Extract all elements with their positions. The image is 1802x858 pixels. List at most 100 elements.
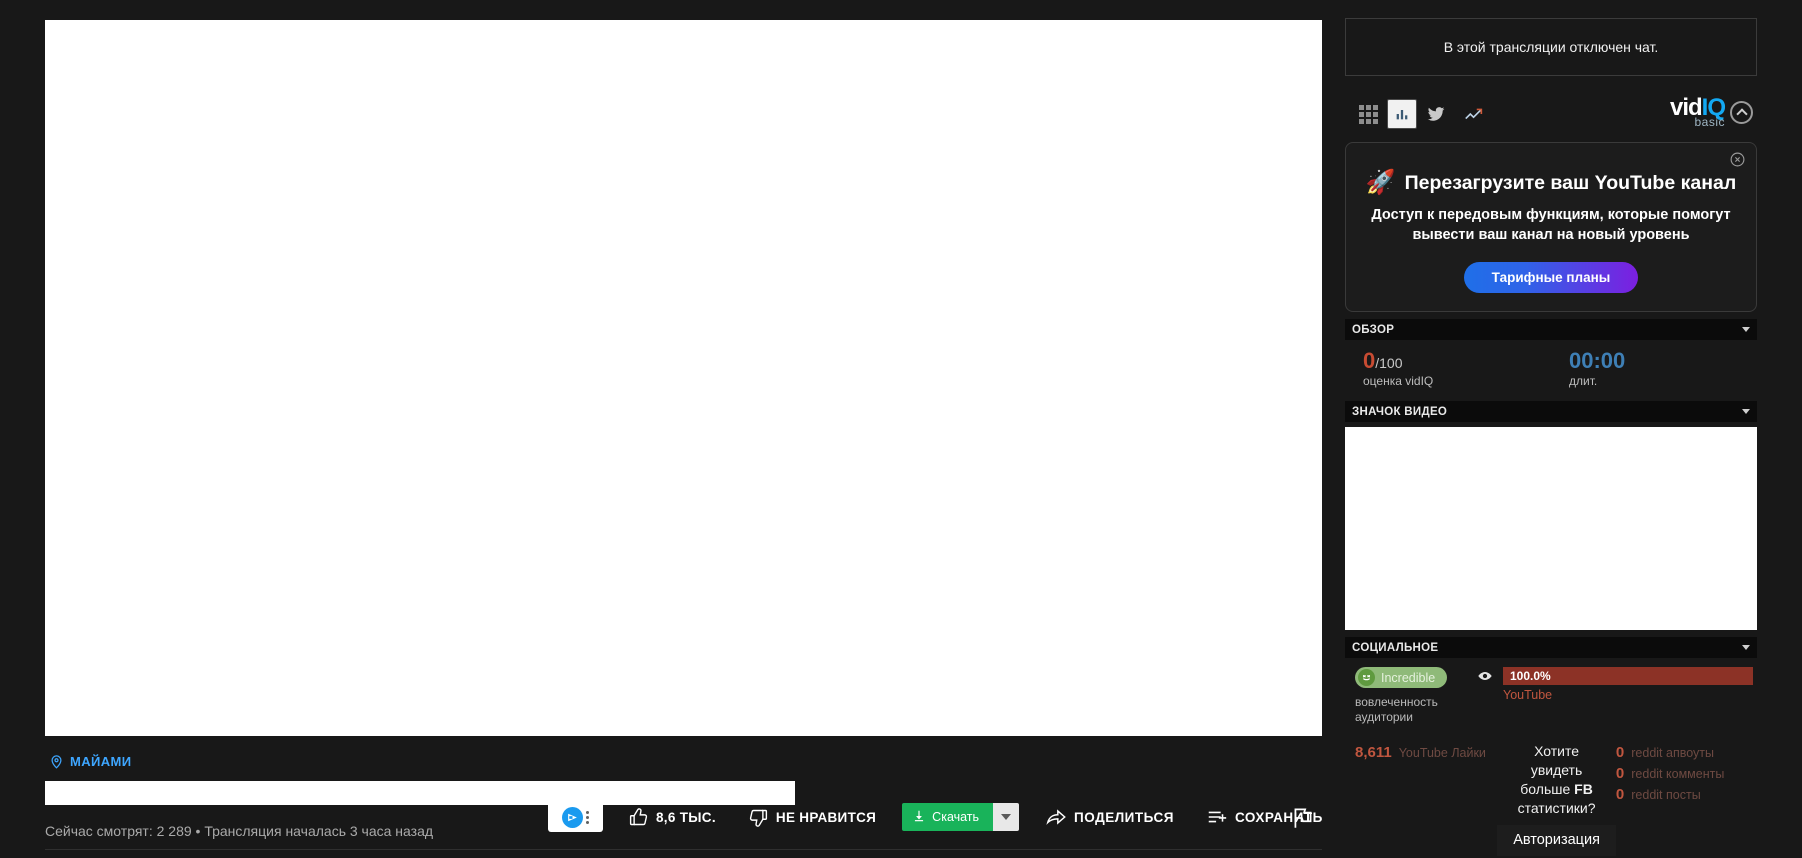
viewer-count-text: Сейчас смотрят: 2 289 • Трансляция начал…	[45, 823, 434, 839]
overview-header-label: ОБЗОР	[1352, 323, 1395, 336]
visibility-toggle[interactable]	[1467, 667, 1503, 725]
fb-prompt-line4: статистики?	[1517, 799, 1596, 816]
reddit-upvotes-value: 0	[1615, 744, 1625, 762]
vidiq-score-label: оценка vidIQ	[1363, 374, 1434, 389]
grid-icon[interactable]	[1349, 99, 1387, 129]
trending-up-icon[interactable]	[1455, 99, 1493, 129]
player-column: МАЙАМИ Сейчас смотрят: 2 289 • Трансляци…	[45, 20, 1322, 853]
vidiq-brand: vidIQ basic	[1670, 96, 1753, 128]
thumbs-down-icon	[748, 807, 769, 828]
facebook-auth-button[interactable]: Авторизация	[1497, 824, 1616, 857]
social-header-label: СОЦИАЛЬНОЕ	[1352, 641, 1439, 654]
engagement-badge: Incredible	[1355, 667, 1448, 689]
chevron-down-icon	[1742, 645, 1750, 651]
vidiq-score-metric: 0/100 оценка vidIQ	[1345, 349, 1551, 388]
rocket-icon: 🚀	[1365, 169, 1396, 196]
location-row: МАЙАМИ	[45, 747, 1322, 775]
vidiq-overlay-badge[interactable]	[548, 802, 603, 832]
overview-body: 0/100 оценка vidIQ 00:00 длит.	[1345, 340, 1757, 394]
reddit-comments-value: 0	[1615, 765, 1625, 783]
close-circle-icon[interactable]	[1729, 151, 1746, 168]
vidiq-toolbar: vidIQ basic	[1345, 92, 1757, 136]
youtube-share-percent: 100.0%	[1510, 669, 1551, 684]
reddit-comments-stat: 0 reddit комменты	[1616, 765, 1751, 782]
reddit-upvotes-label: reddit апвоуты	[1631, 746, 1714, 761]
vidiq-score-value: 0	[1363, 348, 1376, 374]
share-button[interactable]: ПОДЕЛИТЬСЯ	[1029, 800, 1190, 834]
promo-title: Перезагрузите ваш YouTube канал	[1404, 171, 1737, 194]
youtube-likes-value: 8,611	[1355, 744, 1392, 762]
report-button[interactable]	[1290, 805, 1316, 831]
section-header-social[interactable]: СОЦИАЛЬНОЕ	[1345, 637, 1757, 659]
download-dropdown-button[interactable]	[993, 803, 1020, 831]
like-button[interactable]: 8,6 ТЫС.	[612, 800, 732, 834]
caret-down-icon	[1001, 814, 1012, 820]
reddit-comments-label: reddit комменты	[1631, 767, 1725, 782]
thumbs-up-icon	[628, 807, 649, 828]
download-label: Скачать	[932, 810, 980, 824]
reddit-posts-stat: 0 reddit посты	[1616, 786, 1751, 803]
facebook-auth-prompt: Хотите увидеть больше FB статистики? Авт…	[1497, 742, 1616, 857]
chat-disabled-notice: В этой трансляции отключен чат.	[1345, 18, 1757, 76]
twitter-icon[interactable]	[1417, 99, 1455, 129]
video-action-bar: 8,6 ТЫС. НЕ НРАВИТСЯ Скачать ПОДЕЛИТЬСЯ …	[612, 800, 1339, 834]
reddit-posts-label: reddit посты	[1631, 788, 1701, 803]
duration-value: 00:00	[1569, 348, 1626, 374]
promo-header: 🚀 Перезагрузите ваш YouTube канал	[1362, 171, 1740, 195]
platform-share-block: 100.0% YouTube	[1503, 667, 1757, 725]
video-thumbnail-preview[interactable]	[1345, 427, 1757, 631]
save-playlist-icon	[1206, 806, 1228, 828]
kebab-menu-icon[interactable]	[586, 810, 589, 824]
laughing-face-icon	[1358, 669, 1375, 687]
flag-icon	[1294, 808, 1312, 828]
duration-label: длит.	[1569, 374, 1598, 389]
dislike-label: НЕ НРАВИТСЯ	[775, 809, 877, 825]
section-header-overview[interactable]: ОБЗОР	[1345, 319, 1757, 341]
fb-prompt-line1: Хотите	[1534, 743, 1580, 760]
eye-icon	[1478, 672, 1492, 681]
download-button-group: Скачать	[902, 803, 1020, 831]
reddit-stats-column: 0 reddit апвоуты 0 reddit комменты 0 red…	[1616, 744, 1751, 856]
chevron-down-icon	[1742, 327, 1750, 333]
vidiq-score-denominator: /100	[1375, 355, 1403, 372]
vidiq-play-icon	[562, 806, 583, 828]
youtube-share-label: YouTube	[1503, 688, 1553, 703]
engagement-description: вовлеченность аудитории	[1355, 695, 1438, 725]
reddit-upvotes-stat: 0 reddit апвоуты	[1616, 744, 1751, 761]
fb-prompt-bold: FB	[1574, 781, 1593, 797]
dislike-button[interactable]: НЕ НРАВИТСЯ	[732, 800, 892, 834]
thumbnail-header-label: ЗНАЧОК ВИДЕО	[1352, 405, 1448, 418]
location-pin-icon	[49, 754, 64, 769]
pricing-plans-button[interactable]: Тарифные планы	[1463, 262, 1639, 294]
bar-chart-icon[interactable]	[1387, 99, 1417, 129]
duration-metric: 00:00 длит.	[1551, 349, 1757, 388]
like-count: 8,6 ТЫС.	[656, 809, 716, 825]
action-bar-divider	[45, 849, 1322, 850]
social-stats-row: 8,611 YouTube Лайки Хотите увидеть больш…	[1345, 742, 1757, 857]
social-top-row: Incredible вовлеченность аудитории 100.0…	[1345, 667, 1757, 725]
upgrade-promo-card: 🚀 Перезагрузите ваш YouTube канал Доступ…	[1345, 142, 1757, 313]
engagement-block: Incredible вовлеченность аудитории	[1345, 667, 1467, 725]
chevron-down-icon	[1742, 409, 1750, 415]
youtube-watch-page: МАЙАМИ Сейчас смотрят: 2 289 • Трансляци…	[0, 0, 1802, 858]
youtube-likes-label: YouTube Лайки	[1398, 746, 1486, 761]
share-arrow-icon	[1045, 806, 1067, 828]
fb-prompt-line2: увидеть	[1530, 762, 1583, 779]
engagement-badge-label: Incredible	[1381, 670, 1436, 685]
download-button[interactable]: Скачать	[902, 803, 994, 831]
download-arrow-icon	[912, 809, 926, 826]
promo-subtitle: Доступ к передовым функциям, которые пом…	[1371, 207, 1731, 243]
reddit-posts-value: 0	[1615, 786, 1625, 804]
fb-prompt-line3: больше	[1520, 781, 1575, 797]
video-player-surface[interactable]	[45, 20, 1322, 736]
youtube-likes-stat: 8,611 YouTube Лайки	[1355, 744, 1497, 761]
chevron-up-circle-icon[interactable]	[1730, 100, 1753, 124]
save-button[interactable]: СОХРАНИТЬ	[1190, 800, 1339, 834]
social-body: Incredible вовлеченность аудитории 100.0…	[1345, 658, 1757, 857]
location-label[interactable]: МАЙАМИ	[70, 754, 132, 769]
share-label: ПОДЕЛИТЬСЯ	[1074, 809, 1174, 825]
youtube-share-bar: 100.0%	[1503, 667, 1753, 686]
sidebar: В этой трансляции отключен чат. vidIQ ba…	[1345, 18, 1757, 857]
chat-disabled-text: В этой трансляции отключен чат.	[1443, 39, 1659, 55]
section-header-thumbnail[interactable]: ЗНАЧОК ВИДЕО	[1345, 401, 1757, 423]
